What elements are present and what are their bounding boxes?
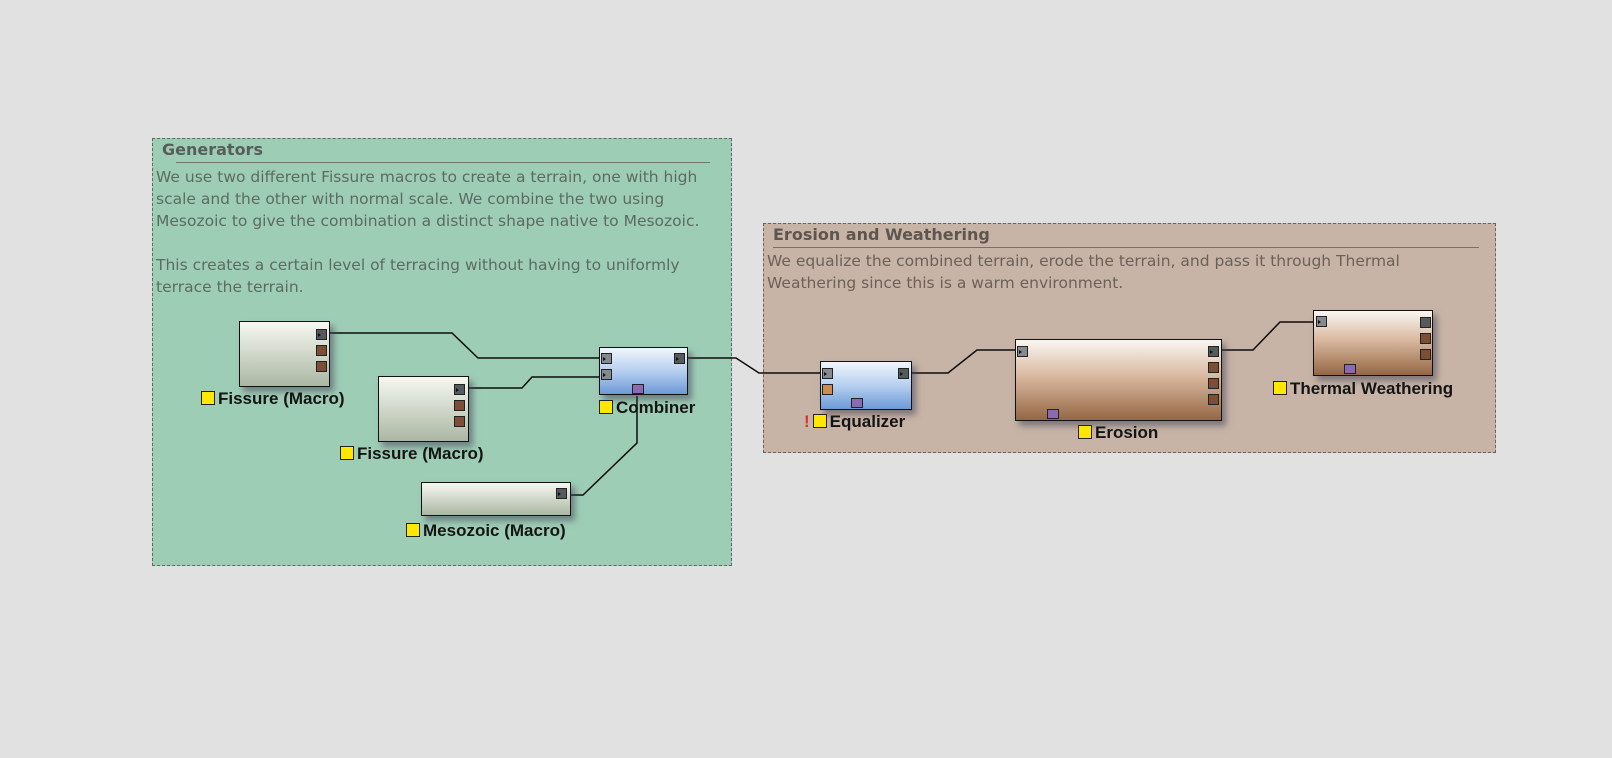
node-enable-indicator[interactable] <box>406 523 420 537</box>
wire-fissure1-to-combiner <box>330 332 601 359</box>
output-port[interactable] <box>1208 362 1219 373</box>
fissure-macro-node-2[interactable] <box>378 376 469 442</box>
mesozoic-macro-node-label: Mesozoic (Macro) <box>406 521 566 541</box>
thermal-weathering-node[interactable] <box>1313 310 1433 376</box>
input-port[interactable] <box>1017 346 1028 357</box>
node-enable-indicator[interactable] <box>599 400 613 414</box>
input-port[interactable] <box>1316 316 1327 327</box>
node-label-text: Combiner <box>616 398 696 417</box>
equalizer-node-label: ! Equalizer <box>804 412 905 432</box>
node-label-text: Fissure (Macro) <box>218 389 345 408</box>
output-port[interactable] <box>454 416 465 427</box>
mask-port[interactable] <box>1047 409 1059 419</box>
output-port[interactable] <box>1420 317 1431 328</box>
mask-port[interactable] <box>851 398 863 408</box>
output-port[interactable] <box>1420 349 1431 360</box>
output-port[interactable] <box>316 329 327 340</box>
fissure-macro-node-1-label: Fissure (Macro) <box>201 389 345 409</box>
node-label-text: Equalizer <box>829 412 906 431</box>
output-port[interactable] <box>556 488 567 499</box>
input-port[interactable] <box>601 353 612 364</box>
equalizer-node[interactable] <box>820 361 912 410</box>
combiner-node[interactable] <box>599 347 688 395</box>
thermal-weathering-node-label: Thermal Weathering <box>1273 379 1453 399</box>
output-port[interactable] <box>316 361 327 372</box>
erosion-node[interactable] <box>1015 339 1222 421</box>
input-port[interactable] <box>822 368 833 379</box>
node-label-text: Thermal Weathering <box>1290 379 1454 398</box>
warning-icon: ! <box>804 412 810 431</box>
wire-erosion-to-thermal <box>1218 321 1318 351</box>
input-port[interactable] <box>822 384 833 395</box>
node-enable-indicator[interactable] <box>1078 425 1092 439</box>
output-port[interactable] <box>454 384 465 395</box>
node-label-text: Fissure (Macro) <box>357 444 484 463</box>
wire-equalizer-to-erosion <box>907 349 1020 374</box>
node-label-text: Erosion <box>1095 423 1159 442</box>
output-port[interactable] <box>1208 378 1219 389</box>
mask-port[interactable] <box>632 384 644 394</box>
fissure-macro-node-1[interactable] <box>239 321 330 387</box>
node-enable-indicator[interactable] <box>1273 381 1287 395</box>
output-port[interactable] <box>454 400 465 411</box>
input-port[interactable] <box>601 369 612 380</box>
output-port[interactable] <box>898 368 909 379</box>
wire-fissure2-to-combiner <box>468 376 601 389</box>
mask-port[interactable] <box>1344 364 1356 374</box>
node-enable-indicator[interactable] <box>340 446 354 460</box>
node-enable-indicator[interactable] <box>812 414 827 428</box>
fissure-macro-node-2-label: Fissure (Macro) <box>340 444 484 464</box>
output-port[interactable] <box>1208 346 1219 357</box>
output-port[interactable] <box>1420 333 1431 344</box>
output-port[interactable] <box>316 345 327 356</box>
output-port[interactable] <box>674 353 685 364</box>
combiner-node-label: Combiner <box>599 398 695 418</box>
output-port[interactable] <box>1208 394 1219 405</box>
node-label-text: Mesozoic (Macro) <box>423 521 566 540</box>
erosion-node-label: Erosion <box>1078 423 1158 443</box>
wire-combiner-to-equalizer <box>682 357 821 374</box>
mesozoic-macro-node[interactable] <box>421 482 571 516</box>
node-enable-indicator[interactable] <box>201 391 215 405</box>
